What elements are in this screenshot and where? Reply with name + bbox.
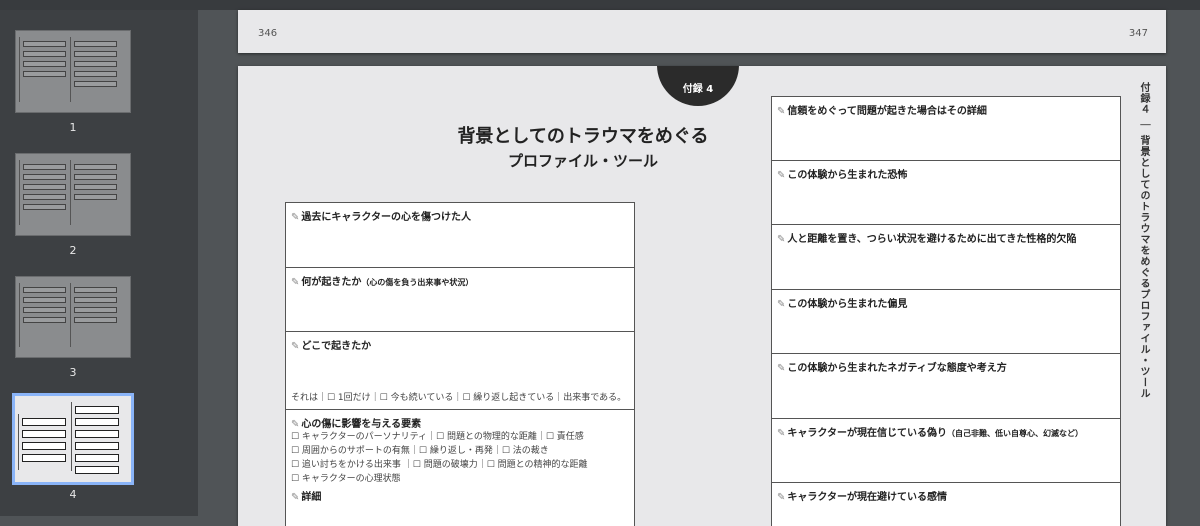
toolbar — [0, 0, 1200, 10]
thumbnail-page-2[interactable] — [15, 153, 131, 236]
box-heading: 信頼をめぐって問題が起きた場合はその詳細 — [787, 106, 987, 117]
checkbox-row[interactable]: ☐ キャラクターの心理状態 — [291, 472, 629, 486]
pencil-icon: ✎ — [777, 106, 786, 117]
pencil-icon: ✎ — [777, 169, 786, 181]
pencil-icon: ✎ — [777, 234, 786, 245]
form-box[interactable]: ✎ 心の傷に影響を与える要素 ☐ キャラクターのパーソナリティ｜☐ 問題との物理的… — [285, 410, 635, 526]
pencil-icon: ✎ — [291, 341, 300, 352]
thumbnail-label: 3 — [69, 366, 77, 379]
factor-options[interactable]: ☐ キャラクターのパーソナリティ｜☐ 問題との物理的な距離｜☐ 責任感 ☐ 周囲… — [286, 430, 634, 488]
box-heading: この体験から生まれたネガティブな態度や考え方 — [787, 363, 1007, 374]
pencil-icon: ✎ — [291, 277, 300, 288]
form-box[interactable]: ✎ 人と距離を置き、つらい状況を避けるために出てきた性格的欠陥 — [771, 225, 1121, 290]
form-box[interactable]: ✎ この体験から生まれた偏見 — [771, 289, 1121, 354]
box-note: （自己非難、低い自尊心、幻滅など） — [947, 428, 1083, 438]
frequency-options[interactable]: それは｜☐ 1回だけ｜☐ 今も続いている｜☐ 繰り返し起きている｜出来事である。 — [286, 389, 631, 407]
form-box[interactable]: ✎ 信頼をめぐって問題が起きた場合はその詳細 — [771, 96, 1121, 161]
thumbnail-label: 1 — [69, 121, 77, 134]
thumbnail-page-4[interactable] — [12, 393, 134, 485]
box-heading: 過去にキャラクターの心を傷つけた人 — [301, 212, 471, 223]
box-note: （心の傷を負う出来事や状況） — [361, 278, 474, 287]
box-heading: 心の傷に影響を与える要素 — [301, 419, 422, 430]
box-heading: この体験から生まれた偏見 — [787, 298, 908, 310]
thumbnail-page-3[interactable] — [15, 276, 131, 358]
thumbnail-label: 2 — [69, 244, 77, 257]
pencil-icon: ✎ — [777, 492, 786, 503]
pencil-icon: ✎ — [777, 363, 786, 374]
form-box[interactable]: ✎ 何が起きたか（心の傷を負う出来事や状況） — [285, 268, 635, 332]
page-number-left: 346 — [258, 28, 278, 39]
box-heading: 何が起きたか — [301, 277, 362, 288]
thumbnail-label: 4 — [69, 488, 77, 501]
pencil-icon: ✎ — [777, 427, 786, 439]
form-box[interactable]: ✎ この体験から生まれた恐怖 — [771, 160, 1121, 225]
box-heading: 人と距離を置き、つらい状況を避けるために出てきた性格的欠陥 — [787, 234, 1077, 245]
thumbnail-sidebar: 1 2 3 4 — [0, 10, 198, 516]
pencil-icon: ✎ — [291, 492, 300, 503]
form-box[interactable]: ✎ 過去にキャラクターの心を傷つけた人 — [285, 202, 635, 268]
previous-page: 346 347 — [238, 10, 1166, 53]
pencil-icon: ✎ — [291, 419, 300, 430]
box-heading: 詳細 — [301, 492, 322, 503]
form-box[interactable]: ✎ キャラクターが現在信じている偽り（自己非難、低い自尊心、幻滅など） — [771, 418, 1121, 483]
page-number-right: 347 — [1128, 28, 1148, 39]
thumbnail-page-1[interactable] — [15, 30, 131, 113]
pencil-icon: ✎ — [777, 298, 786, 310]
box-heading: キャラクターが現在避けている感情 — [787, 492, 947, 503]
checkbox-row[interactable]: ☐ キャラクターのパーソナリティ｜☐ 問題との物理的な距離｜☐ 責任感 — [291, 430, 629, 444]
current-page: 付録 4 背景としてのトラウマをめぐる プロファイル・ツール 付録４ ｜ 背景と… — [238, 66, 1166, 526]
checkbox-row[interactable]: ☐ 追い討ちをかける出来事 ｜☐ 問題の破壊力｜☐ 問題との精神的な距離 — [291, 458, 629, 472]
box-heading: キャラクターが現在信じている偽り — [787, 427, 947, 439]
pencil-icon: ✎ — [291, 212, 300, 223]
checkbox-row[interactable]: ☐ 周囲からのサポートの有無｜☐ 繰り返し・再発｜☐ 法の裁き — [291, 444, 629, 458]
box-heading: どこで起きたか — [301, 341, 372, 352]
vertical-heading: 付録４ ｜ 背景としてのトラウマをめぐるプロファイル・ツール — [1138, 82, 1149, 399]
appendix-tab: 付録 4 — [657, 66, 739, 106]
form-box[interactable]: ✎ どこで起きたか それは｜☐ 1回だけ｜☐ 今も続いている｜☐ 繰り返し起きてい… — [285, 332, 635, 410]
form-box[interactable]: ✎ この体験から生まれたネガティブな態度や考え方 — [771, 354, 1121, 419]
box-heading: この体験から生まれた恐怖 — [787, 169, 908, 181]
form-box[interactable]: ✎ キャラクターが現在避けている感情 — [771, 483, 1121, 526]
